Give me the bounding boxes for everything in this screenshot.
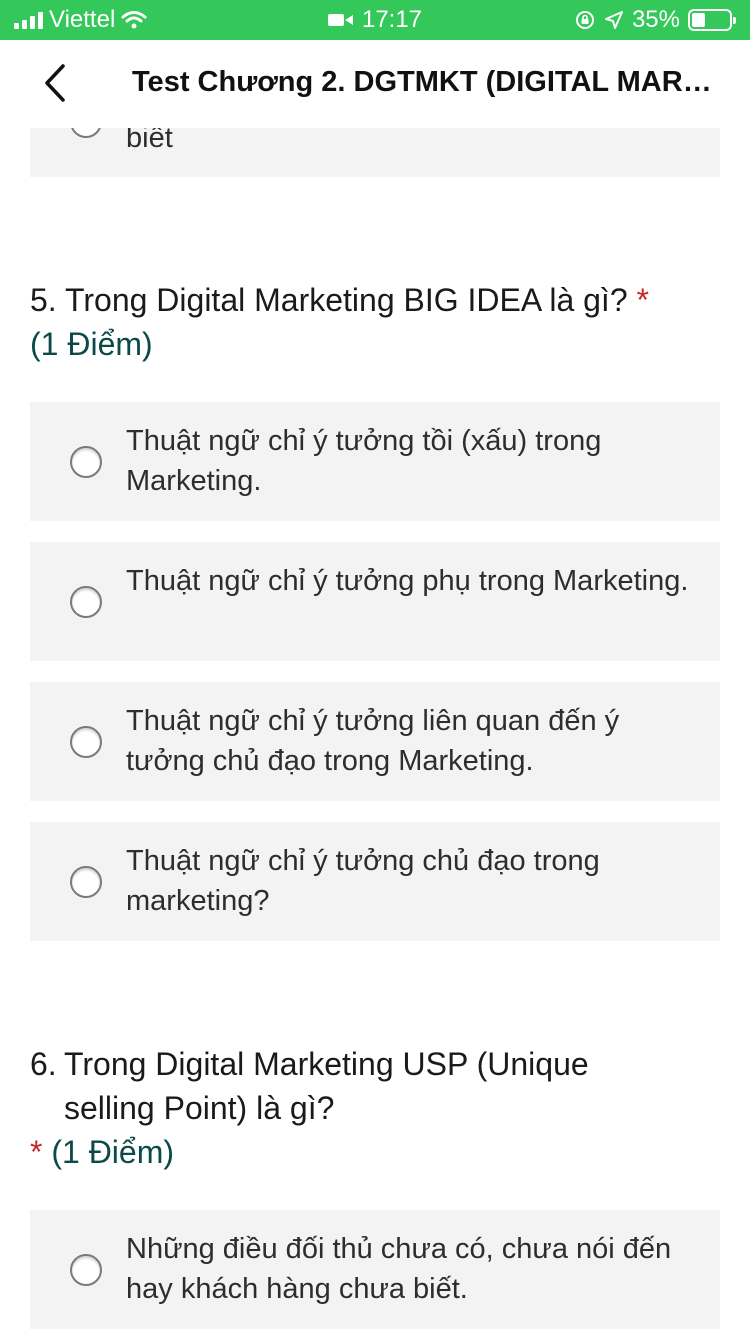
option-5-4[interactable]: Thuật ngữ chỉ ý tưởng chủ đạo trong mark…: [30, 822, 720, 941]
question-points: (1 Điểm): [30, 326, 153, 362]
form-content: biết 5. Trong Digital Marketing BIG IDEA…: [0, 128, 750, 1334]
option-5-3[interactable]: Thuật ngữ chỉ ý tưởng liên quan đến ý tư…: [30, 682, 720, 801]
option-radio[interactable]: [70, 446, 102, 478]
question-number: 5.: [30, 282, 57, 318]
option-radio[interactable]: [70, 128, 102, 138]
orientation-lock-icon: [575, 11, 594, 29]
status-bar: Viettel 17:17 35%: [0, 0, 750, 40]
option-5-2[interactable]: Thuật ngữ chỉ ý tưởng phụ trong Marketin…: [30, 542, 720, 661]
option-prev-partial[interactable]: biết: [30, 128, 720, 177]
question-5-title: 5. Trong Digital Marketing BIG IDEA là g…: [30, 278, 720, 366]
option-6-1[interactable]: Những điều đối thủ chưa có, chưa nói đến…: [30, 1210, 720, 1329]
back-button[interactable]: [30, 58, 80, 108]
question-6-title: 6. Trong Digital Marketing USP (Unique s…: [30, 1042, 720, 1174]
question-points: (1 Điểm): [51, 1134, 175, 1170]
chevron-left-icon: [45, 64, 65, 102]
question-text: Trong Digital Marketing USP (Unique sell…: [64, 1046, 589, 1126]
option-radio[interactable]: [70, 586, 102, 618]
page-title: Test Chương 2. DGTMKT (DIGITAL MARKETING…: [132, 66, 722, 98]
option-label: Thuật ngữ chỉ ý tưởng tồi (xấu) trong Ma…: [126, 425, 602, 497]
option-label: biết: [126, 128, 173, 154]
option-5-1[interactable]: Thuật ngữ chỉ ý tưởng tồi (xấu) trong Ma…: [30, 402, 720, 521]
location-arrow-icon: [604, 11, 623, 29]
option-radio[interactable]: [70, 1254, 102, 1286]
option-radio[interactable]: [70, 726, 102, 758]
question-number: 6.: [30, 1046, 57, 1082]
status-time: 17:17: [361, 6, 423, 33]
option-label: Thuật ngữ chỉ ý tưởng liên quan đến ý tư…: [126, 705, 620, 777]
battery-percentage: 35%: [631, 6, 680, 33]
battery-icon: [688, 9, 736, 31]
option-label: Những điều đối thủ chưa có, chưa nói đến…: [126, 1233, 672, 1305]
option-label: Thuật ngữ chỉ ý tưởng phụ trong Marketin…: [126, 565, 689, 597]
required-marker: *: [30, 1134, 43, 1170]
battery-fill: [692, 13, 705, 27]
option-label: Thuật ngữ chỉ ý tưởng chủ đạo trong mark…: [126, 845, 600, 917]
video-camera-icon: [327, 14, 353, 26]
option-radio[interactable]: [70, 866, 102, 898]
question-text: Trong Digital Marketing BIG IDEA là gì?: [65, 282, 628, 318]
navigation-bar: Test Chương 2. DGTMKT (DIGITAL MARKETING…: [0, 40, 750, 128]
required-marker: *: [636, 282, 649, 318]
